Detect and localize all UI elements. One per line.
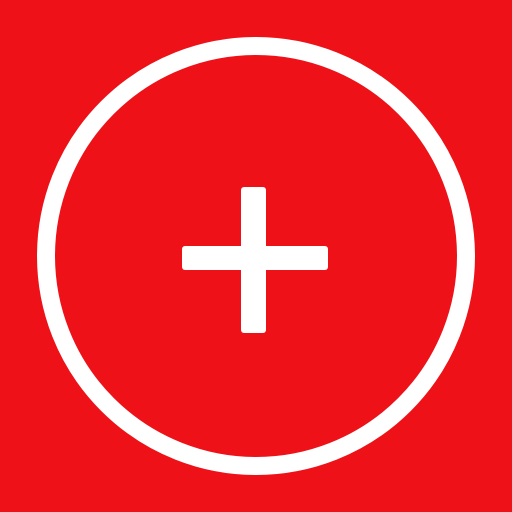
plus-horizontal-bar [182,246,328,270]
add-circle-icon [0,0,512,512]
add-button[interactable] [0,0,512,512]
